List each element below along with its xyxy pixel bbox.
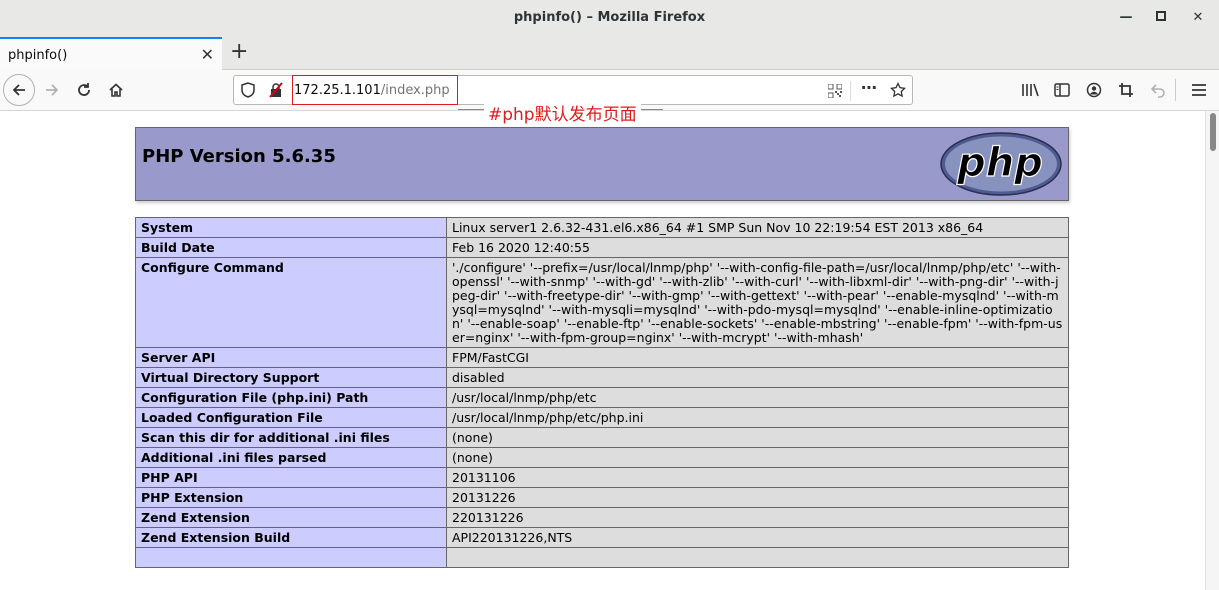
row-key: PHP Extension	[135, 487, 447, 508]
table-row: Scan this dir for additional .ini files(…	[135, 427, 1069, 448]
row-value: 20131226	[446, 487, 1069, 508]
table-row: Loaded Configuration File/usr/local/lnmp…	[135, 407, 1069, 428]
hamburger-menu-icon[interactable]	[1187, 78, 1211, 102]
info-table: System Linux server1 2.6.32-431.el6.x86_6…	[135, 217, 1069, 568]
window-titlebar: phpinfo() – Mozilla Firefox — ✕	[0, 0, 1219, 37]
row-key: Virtual Directory Support	[135, 367, 447, 388]
minimize-icon[interactable]: —	[1116, 8, 1136, 28]
row-key: Loaded Configuration File	[135, 407, 447, 428]
url-text[interactable]: 172.25.1.101/index.php	[294, 83, 450, 98]
new-tab-icon[interactable]: +	[230, 41, 248, 63]
row-key: Additional .ini files parsed	[135, 447, 447, 468]
tab-phpinfo[interactable]: phpinfo() ✕	[0, 37, 222, 71]
table-row	[135, 547, 1069, 568]
row-key: Configure Command	[135, 257, 447, 348]
row-key: Configuration File (php.ini) Path	[135, 387, 447, 408]
table-row: Virtual Directory Support disabled	[135, 367, 1069, 388]
url-divider	[850, 81, 851, 101]
table-row: Configure Command './configure' '--prefix…	[135, 257, 1069, 348]
screenshot-crop-icon[interactable]	[1114, 78, 1138, 102]
row-key: Server API	[135, 347, 447, 368]
vertical-scrollbar[interactable]	[1205, 111, 1219, 590]
table-row: Server API FPM/FastCGI	[135, 347, 1069, 368]
table-row: Zend Extension Build API220131226,NTS	[135, 527, 1069, 548]
tracking-shield-icon[interactable]	[241, 82, 255, 102]
row-key: PHP API	[135, 467, 447, 488]
tab-bar: phpinfo() ✕ +	[0, 37, 1219, 71]
qr-code-icon[interactable]	[827, 83, 843, 102]
row-value: FPM/FastCGI	[446, 347, 1069, 368]
table-row: System Linux server1 2.6.32-431.el6.x86_6…	[135, 217, 1069, 238]
row-value	[446, 547, 1069, 568]
window-title: phpinfo() – Mozilla Firefox	[513, 10, 706, 25]
close-tab-icon[interactable]: ✕	[201, 45, 214, 64]
forward-icon[interactable]	[40, 78, 64, 102]
php-logo-text: php	[956, 140, 1043, 186]
tab-label: phpinfo()	[8, 48, 68, 63]
row-key: Zend Extension	[135, 507, 447, 528]
table-row: Additional .ini files parsed (none)	[135, 447, 1069, 468]
row-value: /usr/local/lnmp/php/etc	[446, 387, 1069, 408]
reload-icon[interactable]	[72, 78, 96, 102]
page-title: PHP Version 5.6.35	[142, 146, 336, 167]
url-host: 172.25.1.101	[294, 83, 381, 98]
table-row: Build Date Feb 16 2020 12:40:55	[135, 237, 1069, 258]
library-icon[interactable]	[1018, 78, 1042, 102]
row-value: './configure' '--prefix=/usr/local/lnmp/…	[446, 257, 1069, 348]
undo-icon[interactable]	[1146, 78, 1170, 102]
bookmark-star-icon[interactable]	[889, 81, 907, 102]
row-key: System	[135, 217, 447, 238]
row-value: (none)	[446, 447, 1069, 468]
account-icon[interactable]	[1082, 78, 1106, 102]
row-value: 220131226	[446, 507, 1069, 528]
row-value: Linux server1 2.6.32-431.el6.x86_64 #1 S…	[446, 217, 1069, 238]
row-key: Scan this dir for additional .ini files	[135, 427, 447, 448]
row-key: Zend Extension Build	[135, 527, 447, 548]
annotation-text: #php默认发布页面	[484, 100, 641, 125]
home-icon[interactable]	[104, 78, 128, 102]
php-logo-icon: php	[940, 132, 1062, 196]
page-content: PHP Version 5.6.35 php System Linux serve…	[0, 111, 1205, 590]
php-version-header: PHP Version 5.6.35 php	[135, 127, 1069, 201]
table-row: PHP API 20131106	[135, 467, 1069, 488]
toolbar-divider	[1175, 79, 1176, 101]
row-value: 20131106	[446, 467, 1069, 488]
row-key: Build Date	[135, 237, 447, 258]
row-key	[135, 547, 447, 568]
close-window-icon[interactable]: ✕	[1188, 8, 1208, 28]
scrollbar-thumb[interactable]	[1210, 113, 1216, 151]
row-value: (none)	[446, 427, 1069, 448]
url-path: /index.php	[380, 83, 450, 98]
maximize-icon[interactable]	[1151, 8, 1171, 28]
row-value: API220131226,NTS	[446, 527, 1069, 548]
table-row: Configuration File (php.ini) Path/usr/lo…	[135, 387, 1069, 408]
row-value: Feb 16 2020 12:40:55	[446, 237, 1069, 258]
table-row: Zend Extension 220131226	[135, 507, 1069, 528]
back-icon[interactable]	[3, 74, 35, 106]
table-row: PHP Extension 20131226	[135, 487, 1069, 508]
insecure-lock-icon[interactable]	[268, 82, 284, 102]
row-value: /usr/local/lnmp/php/etc/php.ini	[446, 407, 1069, 428]
row-value: disabled	[446, 367, 1069, 388]
page-actions-icon[interactable]: ⋯	[861, 78, 877, 97]
sidebar-icon[interactable]	[1050, 78, 1074, 102]
